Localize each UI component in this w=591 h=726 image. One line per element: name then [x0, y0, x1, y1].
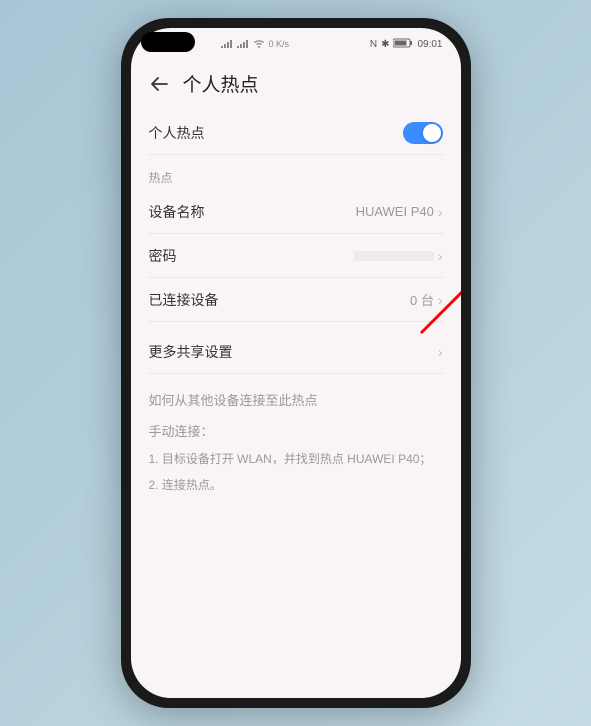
section-title-hotspot: 热点	[149, 155, 443, 190]
row-hotspot-toggle[interactable]: 个人热点	[149, 111, 443, 155]
password-masked	[354, 251, 434, 261]
help-step-1: 1. 目标设备打开 WLAN，并找到热点 HUAWEI P40；	[149, 450, 443, 468]
phone-frame: 0 K/s N ✱ 09:01 个人热点 个人热点	[121, 18, 471, 708]
bluetooth-icon: ✱	[381, 39, 389, 50]
help-step-2: 2. 连接热点。	[149, 476, 443, 494]
device-name-value: HUAWEI P40	[356, 204, 434, 219]
chevron-right-icon: ›	[438, 204, 443, 220]
chevron-right-icon: ›	[438, 344, 443, 360]
hotspot-toggle-label: 个人热点	[149, 123, 205, 143]
net-speed: 0 K/s	[269, 39, 290, 49]
camera-cutout	[141, 32, 195, 52]
help-manual-label: 手动连接：	[149, 421, 443, 440]
row-more-sharing[interactable]: 更多共享设置 ›	[149, 330, 443, 374]
back-arrow-icon[interactable]	[149, 74, 169, 94]
connected-value: 0 台	[410, 290, 434, 309]
toggle-knob	[423, 124, 441, 142]
help-section: 如何从其他设备连接至此热点 手动连接： 1. 目标设备打开 WLAN，并找到热点…	[149, 374, 443, 518]
status-time: 09:01	[417, 39, 442, 50]
wifi-icon	[253, 38, 265, 50]
hotspot-toggle[interactable]	[403, 122, 443, 144]
row-password[interactable]: 密码 ›	[149, 234, 443, 278]
more-sharing-label: 更多共享设置	[149, 342, 233, 362]
signal-icon-2	[237, 38, 249, 50]
battery-icon	[393, 38, 413, 51]
connected-label: 已连接设备	[149, 290, 219, 310]
header: 个人热点	[131, 60, 461, 111]
signal-icon	[221, 38, 233, 50]
row-connected-devices[interactable]: 已连接设备 0 台 ›	[149, 278, 443, 322]
chevron-right-icon: ›	[438, 292, 443, 308]
screen: 0 K/s N ✱ 09:01 个人热点 个人热点	[131, 28, 461, 698]
nfc-icon: N	[370, 39, 377, 50]
help-title: 如何从其他设备连接至此热点	[149, 390, 443, 409]
page-title: 个人热点	[183, 70, 259, 97]
row-device-name[interactable]: 设备名称 HUAWEI P40 ›	[149, 190, 443, 234]
password-label: 密码	[149, 246, 177, 266]
device-name-label: 设备名称	[149, 202, 205, 222]
chevron-right-icon: ›	[438, 248, 443, 264]
